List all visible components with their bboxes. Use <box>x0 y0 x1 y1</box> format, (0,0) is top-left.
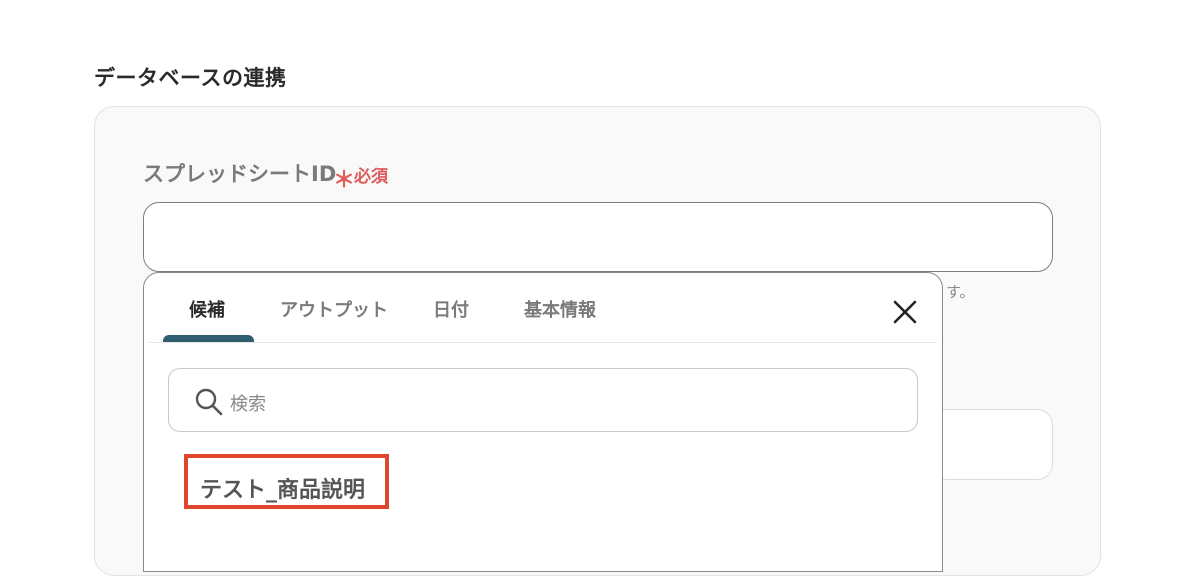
search-icon <box>194 387 224 417</box>
tab-divider <box>149 342 937 343</box>
required-label: 必須 <box>354 167 388 187</box>
tab-output[interactable]: アウトプット <box>280 296 388 322</box>
next-field-input[interactable] <box>930 409 1053 480</box>
search-input[interactable] <box>168 368 918 432</box>
section-title: データベースの連携 <box>94 66 287 90</box>
close-icon[interactable] <box>889 296 921 328</box>
tab-basic-info[interactable]: 基本情報 <box>524 296 596 322</box>
tab-date[interactable]: 日付 <box>433 296 469 322</box>
field-label: スプレッドシートID <box>143 162 337 186</box>
search-placeholder: 検索 <box>230 394 266 415</box>
required-asterisk: ＊ <box>333 168 356 193</box>
field-hint-text: す。 <box>946 283 975 301</box>
spreadsheet-id-input[interactable] <box>143 202 1053 272</box>
candidate-highlight-box <box>184 454 389 509</box>
tab-candidates[interactable]: 候補 <box>189 296 225 322</box>
